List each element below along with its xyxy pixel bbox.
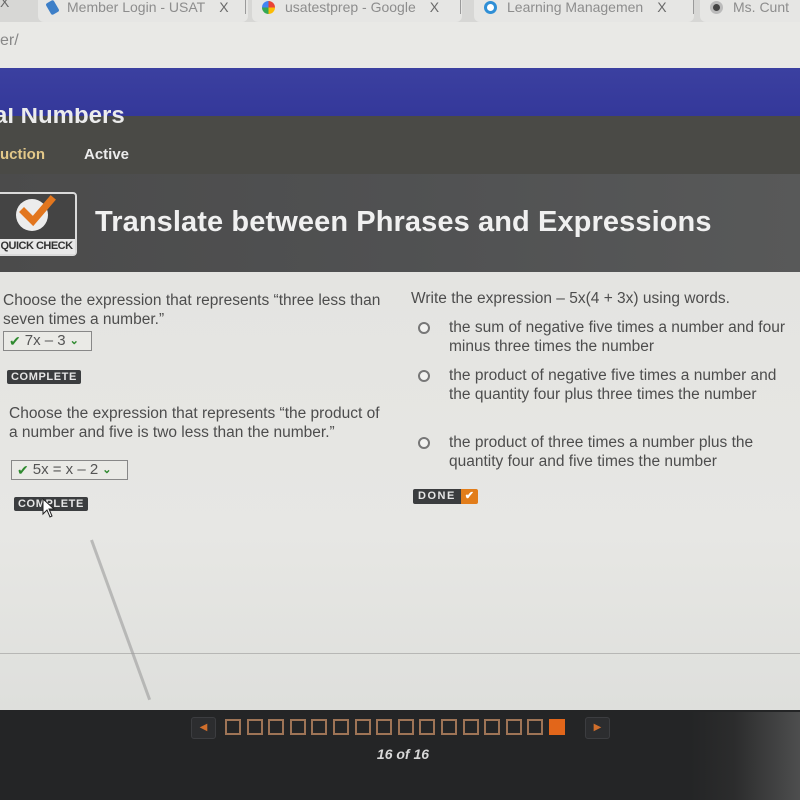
tab-close-button[interactable]: X [430, 0, 439, 15]
radio-button[interactable] [418, 322, 430, 334]
radio-button[interactable] [418, 437, 430, 449]
selected-answer: 7x – 3 [24, 332, 66, 349]
tab-close-button[interactable]: X [657, 0, 666, 15]
done-label: DONE [413, 489, 461, 504]
url-text[interactable]: er/ [0, 32, 19, 50]
browser-tab-google[interactable]: usatestprep - Google X [252, 0, 462, 22]
checkmark-icon [19, 195, 56, 227]
tab-close-button[interactable]: X [219, 0, 228, 15]
screen: X Member Login - USAT X usatestprep - Go… [0, 0, 800, 800]
page-indicator-2[interactable] [246, 719, 263, 735]
page-indicator-16[interactable] [548, 719, 565, 735]
page-indicator-5[interactable] [311, 719, 328, 735]
chevron-left-icon: ◀ [199, 722, 208, 733]
page-indicator-13[interactable] [484, 719, 501, 735]
checkmark-icon: ✔ [460, 489, 478, 504]
tab-label: Member Login - USAT [67, 0, 206, 15]
page-indicator-11[interactable] [440, 719, 457, 735]
page-indicator-6[interactable] [332, 719, 349, 735]
tab-active[interactable]: Active [84, 146, 129, 163]
page-indicator-15[interactable] [527, 719, 544, 735]
browser-tab-site[interactable]: Ms. Cunt [700, 0, 800, 22]
page-counter: 16 of 16 [0, 746, 800, 762]
page-indicator-9[interactable] [397, 719, 414, 735]
tab-label: Learning Managemen [507, 0, 644, 15]
page-indicator-14[interactable] [505, 719, 522, 735]
quick-check-badge: QUICK CHECK [0, 192, 77, 256]
page-indicator-7[interactable] [354, 719, 371, 735]
correct-check-icon: ✔ [9, 333, 21, 349]
chevron-right-icon: ▶ [593, 722, 602, 733]
selected-answer: 5x = x – 2 [32, 461, 99, 478]
google-icon [262, 0, 275, 14]
activity-title: Translate between Phrases and Expression… [95, 206, 712, 238]
previous-button[interactable]: ◀ [191, 717, 216, 739]
tab-separator [693, 0, 694, 14]
page-indicator-12[interactable] [462, 719, 479, 735]
tab-label: usatestprep - Google [285, 0, 416, 15]
tab-separator [245, 0, 246, 14]
question-1-prompt: Choose the expression that represents “t… [3, 292, 381, 328]
page-indicator-8[interactable] [376, 719, 393, 735]
tab-separator [460, 0, 461, 14]
address-bar[interactable]: er/ [0, 22, 800, 68]
next-button[interactable]: ▶ [585, 717, 610, 739]
site-icon [710, 0, 723, 14]
lms-icon [484, 0, 497, 14]
quick-check-label: QUICK CHECK [0, 239, 75, 254]
browser-tab-lms[interactable]: Learning Managemen X [474, 0, 694, 22]
tab-label: Ms. Cunt [733, 0, 790, 15]
browser-tab-member-login[interactable]: Member Login - USAT X [38, 0, 248, 22]
lesson-title: al Numbers [0, 108, 125, 128]
cursor-icon [45, 0, 60, 15]
page-indicator-10[interactable] [419, 719, 436, 735]
option-text: the sum of negative five times a number … [449, 319, 786, 355]
option-text: the product of negative five times a num… [449, 367, 777, 403]
screen-glare [690, 712, 800, 800]
page-indicator-3[interactable] [268, 719, 285, 735]
content-divider [0, 653, 800, 654]
chevron-down-icon: ⌄ [69, 335, 79, 347]
browser-tab-strip: X Member Login - USAT X usatestprep - Go… [0, 0, 800, 22]
chevron-down-icon: ⌄ [102, 464, 112, 476]
question-3-prompt: Write the expression – 5x(4 + 3x) using … [411, 290, 730, 307]
page-counter-text: 16 of 16 [376, 746, 430, 762]
page-indicator-4[interactable] [289, 719, 306, 735]
option-text: the product of three times a number plus… [449, 434, 754, 470]
question-1-status-badge: COMPLETE [7, 370, 81, 384]
question-2-prompt: Choose the expression that represents “t… [9, 405, 380, 441]
page-indicators [225, 719, 565, 735]
tab-close-button[interactable]: X [0, 0, 9, 10]
page-indicator-1[interactable] [225, 719, 241, 735]
correct-check-icon: ✔ [17, 462, 29, 478]
question-2-answer-dropdown[interactable]: ✔ 5x = x – 2 ⌄ [11, 460, 128, 480]
radio-button[interactable] [418, 370, 430, 382]
tab-instruction[interactable]: uction [0, 146, 45, 163]
done-button[interactable]: DONE ✔ [413, 489, 478, 504]
mouse-cursor-icon [42, 498, 56, 518]
question-1-answer-dropdown[interactable]: ✔ 7x – 3 ⌄ [3, 331, 92, 351]
